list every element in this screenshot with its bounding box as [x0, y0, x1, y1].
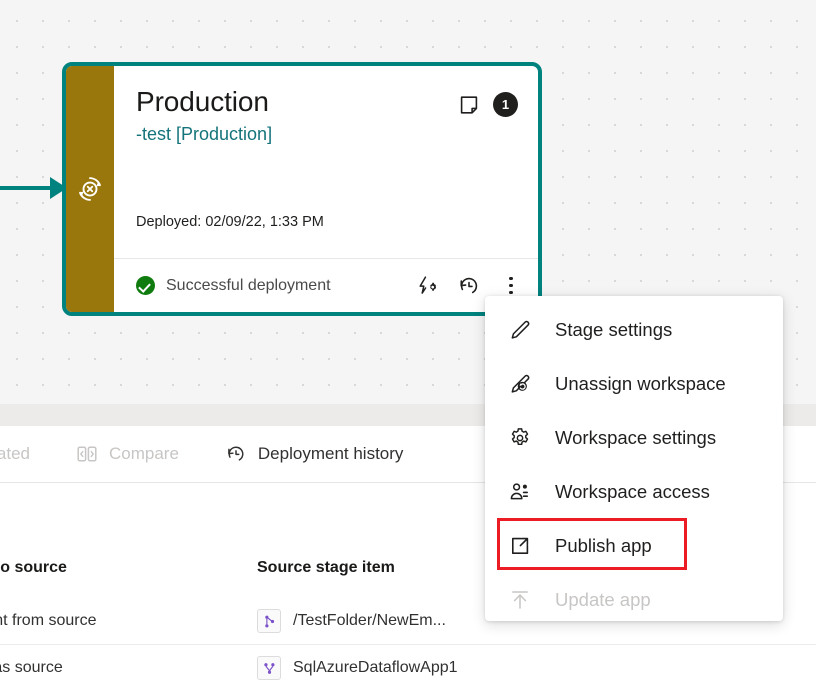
menu-item-stage-settings[interactable]: Stage settings	[485, 303, 783, 357]
row-source-item-name: SqlAzureDataflowApp1	[293, 659, 458, 677]
kebab-dot	[509, 291, 513, 295]
stage-footer-actions	[414, 273, 524, 299]
stage-title: Production	[136, 86, 457, 117]
menu-item-unassign-workspace[interactable]: Unassign workspace	[485, 357, 783, 411]
toolbar-item-deployment-history-label: Deployment history	[258, 444, 404, 464]
stage-body: Production 1 -test [Production] Deployed…	[114, 66, 538, 312]
toolbar-item-compare-label: Compare	[109, 444, 179, 464]
stage-rail	[66, 66, 114, 312]
screenshot-root: Production 1 -test [Production] Deployed…	[0, 0, 816, 689]
stage-footer: Successful deployment	[114, 258, 538, 312]
column-header-compared-to-source: l to source	[0, 559, 67, 577]
dataflow-item-icon	[257, 656, 281, 680]
kebab-dot	[509, 284, 513, 288]
toolbar-item-related-label: related	[0, 444, 30, 464]
row-source-item: /TestFolder/NewEm...	[257, 609, 446, 633]
success-check-icon	[136, 276, 155, 295]
menu-item-workspace-settings[interactable]: Workspace settings	[485, 411, 783, 465]
people-icon	[507, 479, 533, 505]
upload-arrow-icon	[507, 587, 533, 613]
row-source-item-name: /TestFolder/NewEm...	[293, 612, 446, 630]
deployment-history-icon[interactable]	[456, 273, 482, 299]
row-source-item: SqlAzureDataflowApp1	[257, 656, 458, 680]
row-compare-state: rent from source	[0, 612, 96, 630]
more-options-icon[interactable]	[498, 273, 524, 299]
row-compare-state: e as source	[0, 659, 63, 677]
dataflow-item-icon	[257, 609, 281, 633]
stage-workspace-link[interactable]: -test [Production]	[136, 124, 518, 146]
stage-deployed-timestamp: Deployed: 02/09/22, 1:33 PM	[136, 214, 324, 230]
deployment-status: Successful deployment	[136, 276, 414, 295]
pencil-icon	[507, 317, 533, 343]
menu-item-publish-app-label: Publish app	[555, 535, 652, 557]
menu-item-workspace-access-label: Workspace access	[555, 481, 710, 503]
toolbar-item-deployment-history[interactable]: Deployment history	[211, 426, 418, 482]
menu-item-unassign-workspace-label: Unassign workspace	[555, 373, 726, 395]
menu-item-publish-app[interactable]: Publish app	[485, 519, 783, 573]
menu-item-workspace-settings-label: Workspace settings	[555, 427, 716, 449]
stage-title-actions: 1	[457, 86, 518, 117]
stage-main: Production 1 -test [Production] Deployed…	[114, 66, 538, 258]
kebab-dot	[509, 277, 513, 281]
history-icon	[225, 443, 247, 465]
unassign-workspace-icon	[507, 371, 533, 397]
stage-title-row: Production 1	[136, 86, 518, 117]
menu-item-update-app-label: Update app	[555, 589, 651, 611]
notes-count-badge: 1	[493, 92, 518, 117]
production-stage-card[interactable]: Production 1 -test [Production] Deployed…	[62, 62, 542, 316]
gear-icon	[507, 425, 533, 451]
deploy-blocked-icon	[75, 174, 105, 204]
toolbar-item-compare[interactable]: Compare	[62, 426, 193, 482]
table-row[interactable]: e as source SqlAzureDataflowApp1	[0, 645, 816, 689]
deployment-status-label: Successful deployment	[166, 277, 331, 295]
deployment-rules-icon[interactable]	[414, 273, 440, 299]
menu-item-workspace-access[interactable]: Workspace access	[485, 465, 783, 519]
external-link-icon	[507, 533, 533, 559]
stage-context-menu: Stage settings Unassign workspace Wo	[485, 296, 783, 621]
note-icon[interactable]	[457, 93, 481, 117]
deployment-flow-arrow-line	[0, 186, 52, 190]
compare-icon	[76, 443, 98, 465]
menu-item-update-app: Update app	[485, 573, 783, 627]
menu-item-stage-settings-label: Stage settings	[555, 319, 672, 341]
column-header-source-stage-item: Source stage item	[257, 559, 395, 577]
toolbar-item-related[interactable]: related	[0, 426, 44, 482]
